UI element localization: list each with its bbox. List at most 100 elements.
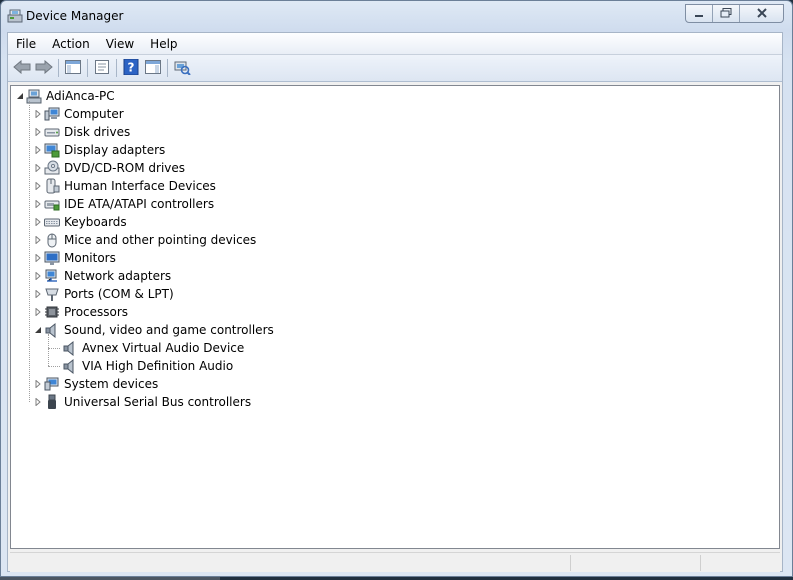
help-icon: ? [123, 58, 139, 78]
disk-drive-icon [44, 124, 60, 140]
tree-category[interactable]: Network adapters [33, 267, 172, 285]
properties-icon [94, 59, 110, 77]
expand-arrow-icon[interactable] [33, 398, 42, 407]
tree-category[interactable]: System devices [33, 375, 159, 393]
tree-category[interactable]: Display adapters [33, 141, 166, 159]
expand-arrow-icon[interactable] [33, 182, 42, 191]
processor-icon [44, 304, 60, 320]
close-icon [756, 7, 767, 21]
expand-arrow-icon[interactable] [33, 146, 42, 155]
menu-file[interactable]: File [8, 34, 44, 54]
tree-category-label: IDE ATA/ATAPI controllers [64, 197, 215, 211]
collapse-arrow-icon[interactable] [33, 326, 42, 335]
caption-buttons [685, 4, 784, 23]
expand-arrow-icon[interactable] [33, 308, 42, 317]
menu-help[interactable]: Help [142, 34, 185, 54]
expand-arrow-icon[interactable] [33, 218, 42, 227]
device-tree[interactable]: AdiAnca-PC Computer Disk drives Display ad… [10, 85, 780, 549]
tree-category[interactable]: DVD/CD-ROM drives [33, 159, 186, 177]
tree-category-label: Network adapters [64, 269, 172, 283]
speaker-icon [62, 358, 78, 374]
toolbar-separator [167, 59, 168, 77]
collapse-arrow-icon[interactable] [15, 92, 24, 101]
tree-category-label: Ports (COM & LPT) [64, 287, 174, 301]
tree-category[interactable]: Mice and other pointing devices [33, 231, 257, 249]
tree-category-label: Sound, video and game controllers [64, 323, 274, 337]
expand-arrow-icon[interactable] [33, 290, 42, 299]
status-pane [700, 555, 780, 571]
tree-category-label: Human Interface Devices [64, 179, 216, 193]
ide-controller-icon [44, 196, 60, 212]
speaker-icon [44, 322, 60, 338]
svg-text:?: ? [128, 60, 135, 74]
device-manager-icon [7, 9, 23, 23]
tree-category[interactable]: IDE ATA/ATAPI controllers [33, 195, 215, 213]
tree-category[interactable]: Disk drives [33, 123, 131, 141]
expand-arrow-icon[interactable] [33, 110, 42, 119]
dvd-drive-icon [44, 160, 60, 176]
action-pane-button[interactable] [142, 57, 164, 79]
tree-category-label: DVD/CD-ROM drives [64, 161, 186, 175]
help-button[interactable]: ? [120, 57, 142, 79]
tree-category[interactable]: Keyboards [33, 213, 128, 231]
menu-view[interactable]: View [98, 34, 142, 54]
expand-arrow-icon[interactable] [33, 200, 42, 209]
window-title: Device Manager [26, 9, 124, 23]
tree-category[interactable]: Universal Serial Bus controllers [33, 393, 252, 411]
expand-arrow-icon[interactable] [33, 164, 42, 173]
tree-category-label: Monitors [64, 251, 116, 265]
minimize-icon [694, 7, 704, 21]
tree-category[interactable]: Computer [33, 105, 125, 123]
tree-category-label: Display adapters [64, 143, 166, 157]
tree-category[interactable]: Ports (COM & LPT) [33, 285, 175, 303]
tree-category[interactable]: Processors [33, 303, 129, 321]
toolbar-separator [116, 59, 117, 77]
tree-category-label: Mice and other pointing devices [64, 233, 257, 247]
toolbar-separator [58, 59, 59, 77]
status-bar [10, 552, 780, 572]
tree-category-label: System devices [64, 377, 159, 391]
tree-device[interactable]: VIA High Definition Audio [62, 357, 234, 375]
tree-category[interactable]: Human Interface Devices [33, 177, 217, 195]
tree-category-label: Computer [64, 107, 124, 121]
expand-arrow-icon[interactable] [33, 236, 42, 245]
expand-arrow-icon[interactable] [33, 380, 42, 389]
minimize-button[interactable] [686, 5, 713, 22]
port-icon [44, 286, 60, 302]
back-icon [13, 59, 31, 77]
close-button[interactable] [740, 5, 783, 22]
device-manager-window: Device Manager File Action View Help ? A… [0, 0, 793, 577]
show-hide-tree-button[interactable] [62, 57, 84, 79]
title-bar[interactable]: Device Manager [1, 1, 792, 32]
tree-root[interactable]: AdiAnca-PC [15, 87, 116, 105]
toolbar: ? [8, 55, 782, 82]
expand-arrow-icon[interactable] [33, 272, 42, 281]
speaker-icon [62, 340, 78, 356]
network-adapter-icon [44, 268, 60, 284]
monitor-icon [44, 250, 60, 266]
forward-button[interactable] [33, 57, 55, 79]
maximize-button[interactable] [713, 5, 740, 22]
tree-device[interactable]: Avnex Virtual Audio Device [62, 339, 245, 357]
tree-connector [48, 348, 60, 349]
scan-hardware-icon [173, 59, 191, 78]
mouse-icon [44, 232, 60, 248]
tree-category-label: Disk drives [64, 125, 131, 139]
status-pane [570, 555, 700, 571]
tree-category-label: Universal Serial Bus controllers [64, 395, 252, 409]
tree-category[interactable]: Monitors [33, 249, 117, 267]
menu-bar: File Action View Help [8, 33, 782, 55]
tree-device-label: Avnex Virtual Audio Device [82, 341, 245, 355]
toolbar-separator [87, 59, 88, 77]
properties-button[interactable] [91, 57, 113, 79]
system-devices-icon [44, 376, 60, 392]
expand-arrow-icon[interactable] [33, 128, 42, 137]
menu-action[interactable]: Action [44, 34, 98, 54]
expand-arrow-icon[interactable] [33, 254, 42, 263]
tree-device-label: VIA High Definition Audio [82, 359, 234, 373]
client-area: File Action View Help ? AdiAnca-PC Compu… [7, 32, 783, 572]
tree-category[interactable]: Sound, video and game controllers [33, 321, 275, 339]
back-button[interactable] [11, 57, 33, 79]
hid-icon [44, 178, 60, 194]
scan-hardware-button[interactable] [171, 57, 193, 79]
